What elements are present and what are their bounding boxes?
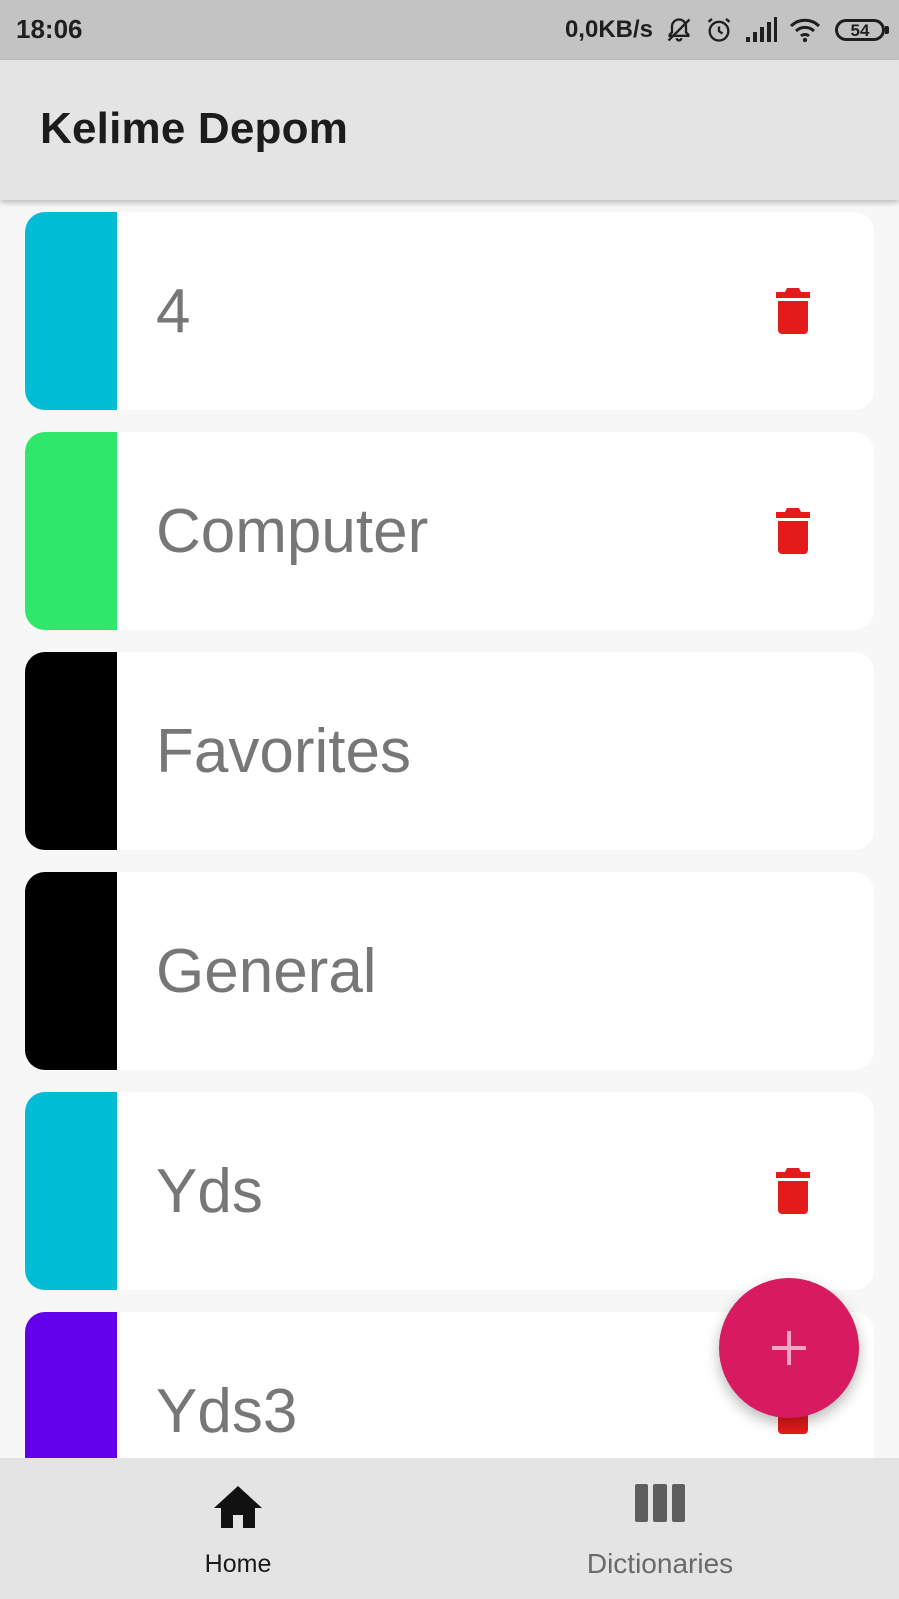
dictionary-name: Favorites <box>156 716 411 786</box>
dictionary-name: General <box>156 936 377 1006</box>
dictionary-name: Yds3 <box>156 1376 298 1446</box>
delete-button[interactable] <box>748 212 838 410</box>
delete-button[interactable] <box>748 432 838 630</box>
color-stripe <box>25 1092 117 1290</box>
nav-item-dictionaries[interactable]: Dictionaries <box>510 1458 810 1599</box>
bottom-navigation: Home Dictionaries <box>0 1458 899 1599</box>
color-stripe <box>25 872 117 1070</box>
dictionary-name: 4 <box>156 276 191 346</box>
color-stripe <box>25 432 117 630</box>
trash-icon <box>776 1168 810 1214</box>
color-stripe <box>25 652 117 850</box>
alarm-icon <box>705 16 733 44</box>
app-bar: Kelime Depom <box>0 60 899 200</box>
nav-label-home: Home <box>204 1550 272 1578</box>
signal-icon <box>745 17 777 43</box>
nav-item-home[interactable]: Home <box>88 1458 388 1599</box>
network-speed: 0,0KB/s <box>564 16 653 43</box>
color-stripe <box>25 212 117 410</box>
status-bar: 18:06 0,0KB/s 54 <box>0 0 899 60</box>
delete-button[interactable] <box>748 1092 838 1290</box>
plus-icon <box>772 1331 806 1365</box>
dictionary-card[interactable]: Computer <box>25 432 874 630</box>
trash-icon <box>776 508 810 554</box>
dictionary-name: Computer <box>156 496 429 566</box>
nav-label-dictionaries: Dictionaries <box>586 1548 734 1579</box>
app-screen: 18:06 0,0KB/s 54 Kelime Depom 4 Computer… <box>0 0 899 1599</box>
status-time: 18:06 <box>16 14 83 44</box>
page-title: Kelime Depom <box>40 104 349 153</box>
dictionary-name: Yds <box>156 1156 263 1226</box>
home-icon <box>88 1484 388 1530</box>
dictionary-card[interactable]: Favorites <box>25 652 874 850</box>
dictionary-card[interactable]: General <box>25 872 874 1070</box>
trash-icon <box>776 288 810 334</box>
dictionary-list: 4 Computer Favorites General Yds Yds3 <box>0 200 899 1458</box>
library-icon <box>510 1484 810 1522</box>
status-indicators: 0,0KB/s 54 <box>564 12 889 48</box>
add-dictionary-button[interactable] <box>719 1278 859 1418</box>
bell-off-icon <box>665 16 693 44</box>
battery-level: 54 <box>850 20 870 40</box>
wifi-icon <box>789 17 821 43</box>
dictionary-card[interactable]: 4 <box>25 212 874 410</box>
dictionary-card[interactable]: Yds <box>25 1092 874 1290</box>
color-stripe <box>25 1312 117 1458</box>
battery-icon: 54 <box>835 19 889 41</box>
